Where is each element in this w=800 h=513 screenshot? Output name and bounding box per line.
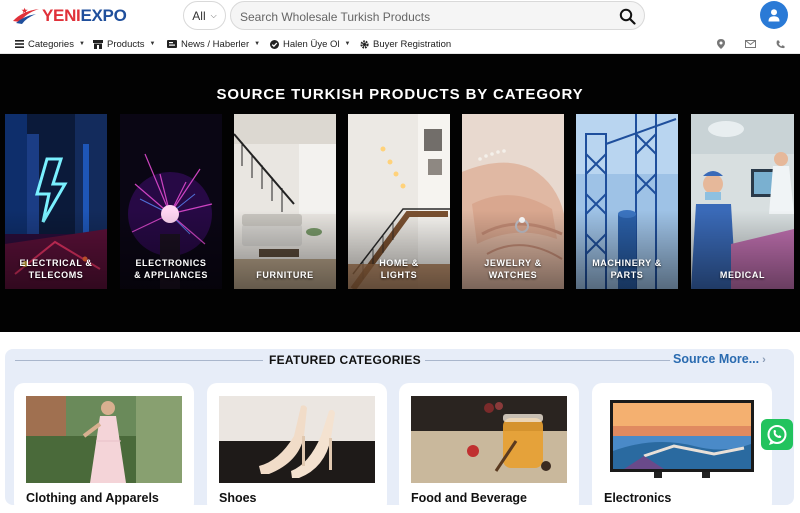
- divider-line: [15, 360, 263, 361]
- featured-card-food[interactable]: Food and Beverage: [399, 383, 579, 513]
- electronics-tv-image: [604, 396, 760, 483]
- chevron-down-icon: ⌵: [210, 10, 217, 20]
- search-icon[interactable]: [619, 8, 636, 25]
- category-label-line2: MEDICAL: [719, 270, 766, 280]
- featured-title: FEATURED CATEGORIES: [269, 353, 421, 367]
- gear-icon: [360, 39, 369, 49]
- logo[interactable]: YENIEXPO: [12, 6, 127, 26]
- category-card-electronics-appliances[interactable]: ELECTRONICS & APPLIANCES: [120, 114, 222, 289]
- caret-down-icon: ▼: [149, 41, 156, 47]
- hero-title: SOURCE TURKISH PRODUCTS BY CATEGORY: [216, 86, 584, 103]
- nav-news-label: News / Haberler: [181, 38, 250, 50]
- category-card-medical[interactable]: MEDICAL: [691, 114, 794, 289]
- user-icon: [768, 9, 780, 22]
- logo-yeni-text: YENI: [42, 6, 81, 25]
- user-account-button[interactable]: [760, 1, 788, 29]
- search-box: [230, 1, 645, 30]
- nav-buyer-label: Buyer Registration: [373, 38, 452, 50]
- shoes-image: [219, 396, 375, 483]
- nav-member-label: Halen Üye Ol: [283, 38, 340, 50]
- category-label-line1: ELECTRONICS: [135, 258, 207, 268]
- nav-products-label: Products: [107, 38, 145, 50]
- newspaper-icon: [167, 40, 177, 48]
- whatsapp-icon: [767, 424, 787, 445]
- caret-down-icon: ▼: [344, 41, 351, 47]
- phone-icon[interactable]: [776, 38, 785, 50]
- category-label-line2: WATCHES: [488, 270, 538, 280]
- category-label-line1: JEWELRY &: [484, 258, 542, 268]
- divider-line: [425, 360, 670, 361]
- category-label-line1: ELECTRICAL &: [19, 258, 93, 268]
- category-label-line2: FURNITURE: [256, 270, 314, 280]
- top-bar: YENIEXPO All ⌵: [0, 0, 800, 34]
- nav-buyer-registration[interactable]: Buyer Registration: [360, 37, 451, 51]
- category-label-line1: HOME &: [379, 258, 419, 268]
- card-shade: [691, 114, 794, 289]
- clothing-image: [26, 396, 182, 483]
- featured-card-clothing[interactable]: Clothing and Apparels: [14, 383, 194, 513]
- category-label-line1: MACHINERY &: [592, 258, 662, 268]
- store-icon: [93, 39, 103, 49]
- location-icon[interactable]: [717, 38, 725, 50]
- source-more-link[interactable]: Source More... ›: [673, 352, 766, 366]
- chevron-right-icon: ›: [762, 354, 766, 366]
- main-nav: Categories ▼ Products ▼ News / Haberler …: [0, 34, 800, 54]
- nav-categories[interactable]: Categories ▼: [15, 37, 85, 51]
- nav-products[interactable]: Products ▼: [93, 37, 155, 51]
- search-bar: All ⌵: [183, 1, 645, 30]
- category-label-line2: TELECOMS: [28, 270, 84, 280]
- featured-card-shoes[interactable]: Shoes: [207, 383, 387, 513]
- nav-news[interactable]: News / Haberler ▼: [167, 37, 260, 51]
- source-more-label: Source More...: [673, 352, 760, 366]
- category-label-line2: PARTS: [610, 270, 644, 280]
- check-circle-icon: [270, 39, 279, 49]
- featured-card-name: Food and Beverage: [411, 491, 527, 505]
- menu-icon: [15, 40, 24, 48]
- nav-member[interactable]: Halen Üye Ol ▼: [270, 37, 350, 51]
- search-scope-select[interactable]: All ⌵: [183, 1, 226, 30]
- search-scope-value: All: [192, 8, 206, 23]
- hero-categories-section: SOURCE TURKISH PRODUCTS BY CATEGORY ELEC…: [0, 54, 800, 332]
- card-shade: [234, 114, 336, 289]
- category-card-jewelry-watches[interactable]: JEWELRY & WATCHES: [462, 114, 564, 289]
- featured-card-name: Electronics: [604, 491, 672, 505]
- category-card-machinery-parts[interactable]: MACHINERY & PARTS: [576, 114, 678, 289]
- category-card-furniture[interactable]: FURNITURE: [234, 114, 336, 289]
- category-card-electrical-telecoms[interactable]: ELECTRICAL & TELECOMS: [5, 114, 107, 289]
- featured-card-electronics[interactable]: Electronics: [592, 383, 772, 513]
- caret-down-icon: ▼: [254, 41, 261, 47]
- logo-swoosh-icon: [13, 7, 39, 24]
- featured-card-name: Shoes: [219, 491, 257, 505]
- nav-categories-label: Categories: [28, 38, 74, 50]
- category-label-line2: LIGHTS: [380, 270, 418, 280]
- mail-icon[interactable]: [745, 38, 756, 50]
- caret-down-icon: ▼: [78, 41, 85, 47]
- featured-card-name: Clothing and Apparels: [26, 491, 159, 505]
- category-label-line2: & APPLIANCES: [134, 270, 208, 280]
- search-input[interactable]: [240, 8, 610, 25]
- featured-categories-section: FEATURED CATEGORIES Source More... › Clot…: [5, 349, 794, 513]
- food-beverage-image: [411, 396, 567, 483]
- whatsapp-button[interactable]: [761, 419, 793, 450]
- logo-expo-text: EXPO: [80, 6, 127, 25]
- category-card-home-lights[interactable]: HOME & LIGHTS: [348, 114, 450, 289]
